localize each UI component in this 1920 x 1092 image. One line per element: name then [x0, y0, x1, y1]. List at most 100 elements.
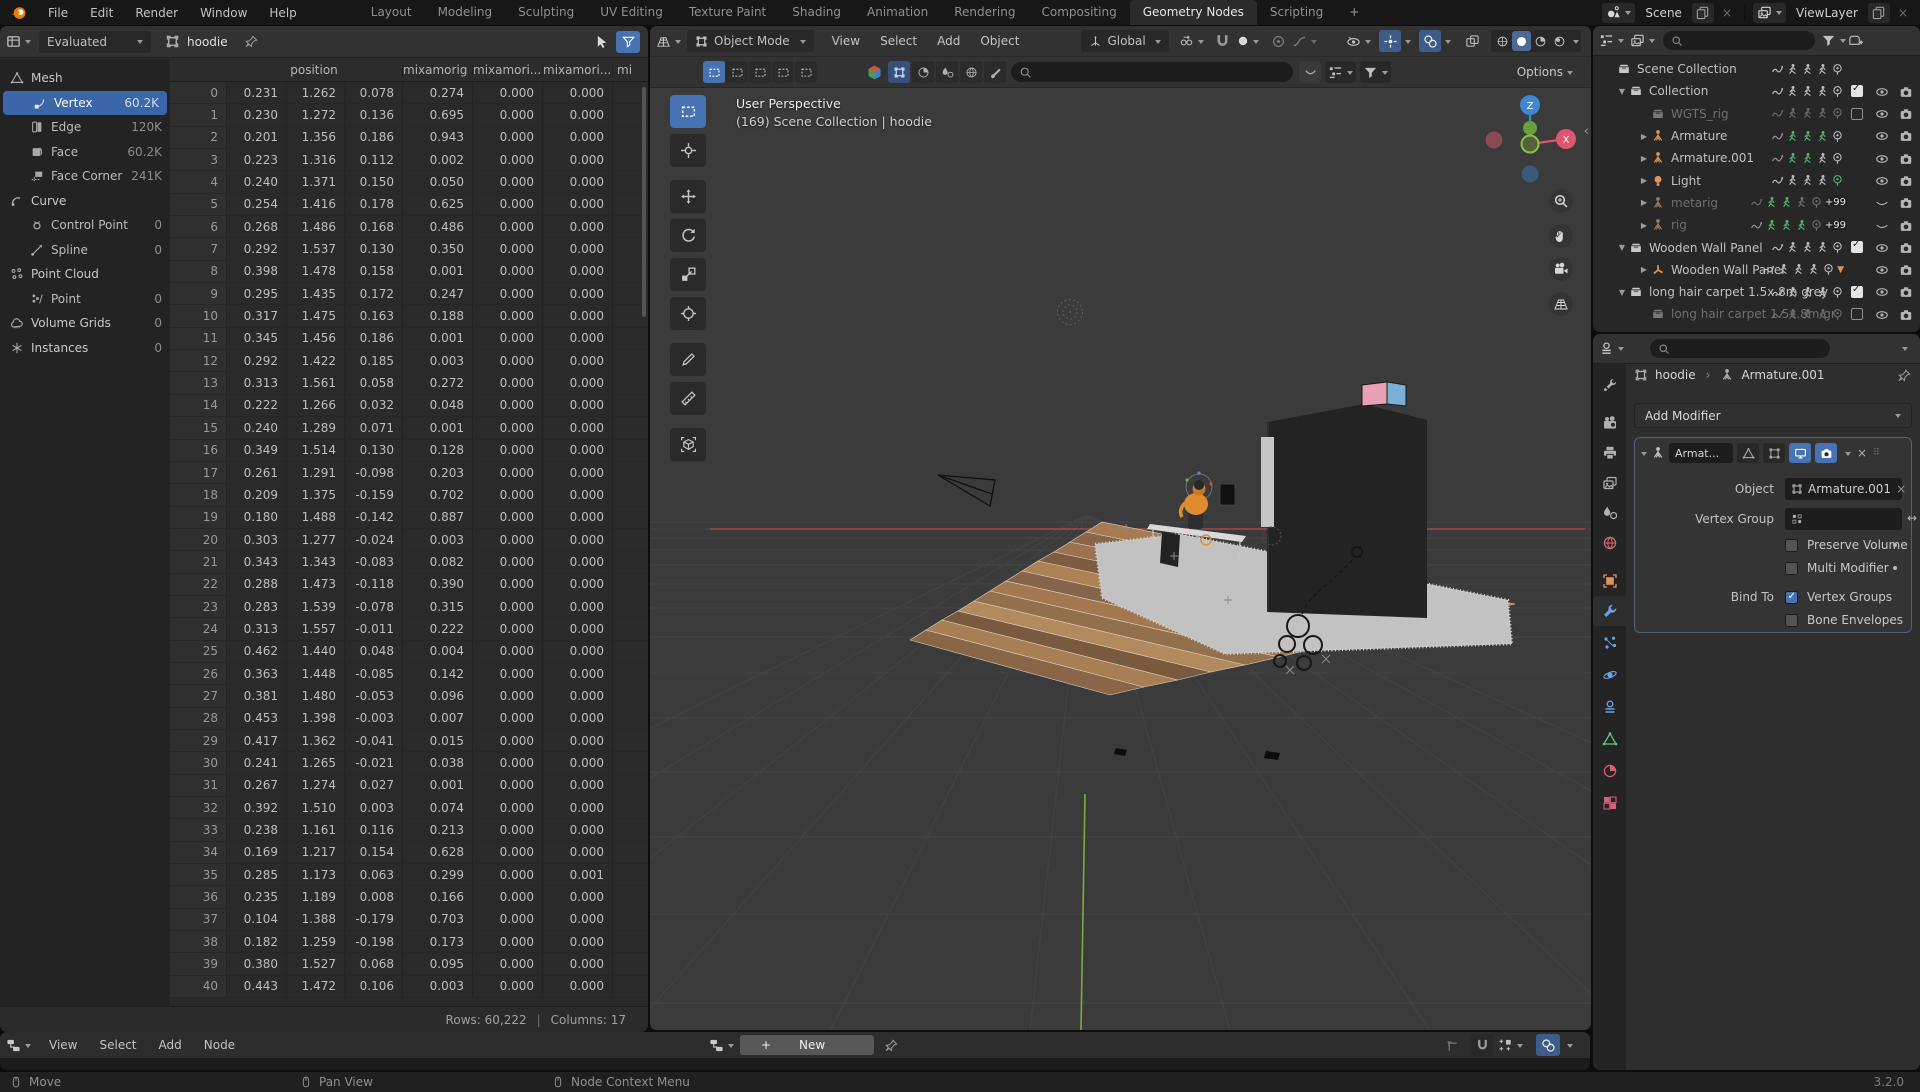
- table-row[interactable]: 26 0.363 1.448 -0.085 0.142 0.000 0.000: [170, 663, 648, 685]
- animate-dot[interactable]: [1893, 566, 1897, 570]
- table-row[interactable]: 27 0.381 1.480 -0.053 0.096 0.000 0.000: [170, 685, 648, 707]
- domain-row[interactable]: Face Corner 241K: [0, 164, 170, 189]
- hide-eye-icon[interactable]: [1875, 218, 1889, 233]
- hide-eye-icon[interactable]: [1875, 129, 1889, 144]
- table-row[interactable]: 11 0.345 1.456 0.186 0.001 0.000 0.000: [170, 328, 648, 350]
- table-row[interactable]: 33 0.238 1.161 0.116 0.213 0.000 0.000: [170, 819, 648, 841]
- outliner-search-input[interactable]: [1663, 31, 1815, 50]
- filter-brush-icon[interactable]: [984, 61, 1006, 83]
- node-overlays-dropdown-icon[interactable]: [1560, 1034, 1576, 1056]
- breadcrumb-data[interactable]: Armature.001: [1741, 368, 1824, 382]
- table-row[interactable]: 7 0.292 1.537 0.130 0.350 0.000 0.000: [170, 238, 648, 260]
- exclude-checkbox[interactable]: [1851, 108, 1863, 120]
- render-camera-icon[interactable]: [1899, 285, 1913, 300]
- expand-arrow[interactable]: ▶: [1639, 132, 1649, 141]
- close-modifier-icon[interactable]: ×: [1855, 446, 1869, 460]
- domain-row[interactable]: Instances 0: [0, 336, 170, 361]
- filter-funnel-icon[interactable]: [1360, 61, 1391, 83]
- outliner-item-label[interactable]: rig: [1671, 218, 1687, 232]
- tab-physics[interactable]: [1593, 660, 1626, 690]
- table-row[interactable]: 6 0.268 1.486 0.168 0.486 0.000 0.000: [170, 216, 648, 238]
- expand-arrow[interactable]: ▶: [1639, 154, 1649, 163]
- spreadsheet-editor-type-icon[interactable]: [6, 31, 31, 53]
- hide-eye-icon[interactable]: [1875, 240, 1889, 255]
- topbar-menu-item[interactable]: Edit: [79, 6, 124, 20]
- shading-solid-icon[interactable]: [1512, 31, 1531, 51]
- dataset-dropdown[interactable]: Evaluated: [39, 31, 151, 53]
- tool-search-input[interactable]: [1011, 62, 1293, 82]
- table-row[interactable]: 21 0.343 1.343 -0.083 0.082 0.000 0.000: [170, 551, 648, 573]
- select-subtract-icon[interactable]: [749, 61, 771, 83]
- hide-eye-icon[interactable]: [1875, 151, 1889, 166]
- sidebar-collapse-arrow[interactable]: ‹: [1584, 124, 1589, 139]
- table-row[interactable]: 28 0.453 1.398 -0.003 0.007 0.000 0.000: [170, 708, 648, 730]
- topbar-menu-item[interactable]: Render: [124, 6, 189, 20]
- overlays-toggle-icon[interactable]: [1419, 30, 1441, 52]
- domain-row[interactable]: Control Point 0: [0, 213, 170, 238]
- cursor-tool[interactable]: [670, 134, 706, 167]
- table-row[interactable]: 29 0.417 1.362 -0.041 0.015 0.000 0.000: [170, 730, 648, 752]
- modifier-name-field[interactable]: Armat...: [1669, 443, 1733, 463]
- topbar-menu-item[interactable]: File: [37, 6, 79, 20]
- mode-dropdown[interactable]: Object Mode: [687, 30, 814, 52]
- column-header-mixamori-3[interactable]: mixamori...: [542, 63, 612, 77]
- table-row[interactable]: 14 0.222 1.266 0.032 0.048 0.000 0.000: [170, 395, 648, 417]
- node-menu-item[interactable]: Select: [89, 1038, 146, 1052]
- options-button[interactable]: Options: [1517, 65, 1573, 79]
- outliner-filter-icon[interactable]: [1821, 30, 1846, 52]
- workspace-tab[interactable]: Rendering: [941, 0, 1028, 25]
- move-tool[interactable]: [670, 180, 706, 213]
- domain-row[interactable]: Edge 120K: [0, 115, 170, 140]
- new-collection-icon[interactable]: [1848, 30, 1863, 52]
- viewlayer-selector-icon[interactable]: [1753, 3, 1786, 23]
- outliner-item-label[interactable]: Collection: [1649, 84, 1708, 98]
- outliner-row[interactable]: long hair carpet 1.5x.8m gr ▼: [1593, 303, 1920, 325]
- domain-row[interactable]: Volume Grids 0: [0, 311, 170, 336]
- snap-with-icon[interactable]: [1237, 30, 1259, 52]
- node-menu-item[interactable]: Node: [194, 1038, 245, 1052]
- close-viewlayer-icon[interactable]: ×: [1894, 6, 1912, 20]
- exclude-checkbox[interactable]: [1851, 308, 1863, 320]
- tab-constraints[interactable]: [1593, 692, 1626, 722]
- render-camera-icon[interactable]: [1899, 218, 1913, 233]
- tab-object-data[interactable]: [1593, 724, 1626, 754]
- render-camera-icon[interactable]: [1899, 307, 1913, 322]
- table-row[interactable]: 2 0.201 1.356 0.186 0.943 0.000 0.000: [170, 127, 648, 149]
- render-camera-icon[interactable]: [1899, 173, 1913, 188]
- domain-row[interactable]: Curve: [0, 189, 170, 214]
- workspace-tab[interactable]: Compositing: [1028, 0, 1129, 25]
- expand-arrow[interactable]: ▼: [1617, 243, 1627, 252]
- add-cube-tool[interactable]: [670, 428, 706, 461]
- render-camera-icon[interactable]: [1899, 196, 1913, 211]
- table-row[interactable]: 12 0.292 1.422 0.185 0.003 0.000 0.000: [170, 350, 648, 372]
- workspace-tab[interactable]: Texture Paint: [676, 0, 779, 25]
- workspace-tab[interactable]: +: [1336, 0, 1372, 25]
- tab-output[interactable]: [1593, 438, 1626, 468]
- outliner-row[interactable]: ▶ metarig ▼ +99: [1593, 192, 1920, 214]
- tab-modifiers[interactable]: [1593, 596, 1626, 626]
- copy-viewlayer-icon[interactable]: [1868, 3, 1890, 23]
- outliner-item-label[interactable]: Armature: [1671, 129, 1727, 143]
- tab-view-layer[interactable]: [1593, 468, 1626, 498]
- column-header-mixamori-2[interactable]: mixamori...: [472, 63, 542, 77]
- table-row[interactable]: 40 0.443 1.472 0.106 0.003 0.000 0.000: [170, 976, 648, 998]
- expand-arrow[interactable]: ▼: [1617, 87, 1627, 96]
- table-row[interactable]: 22 0.288 1.473 -0.118 0.390 0.000 0.000: [170, 574, 648, 596]
- scene-selector-icon[interactable]: [1602, 3, 1635, 23]
- topbar-menu-item[interactable]: Help: [258, 6, 307, 20]
- select-set-icon[interactable]: [703, 61, 725, 83]
- node-menu-item[interactable]: View: [39, 1038, 87, 1052]
- hide-eye-icon[interactable]: [1875, 107, 1889, 122]
- viewport-canvas[interactable]: User Perspective (169) Scene Collection …: [650, 88, 1591, 1030]
- properties-options-icon[interactable]: [1902, 347, 1908, 354]
- pin-icon[interactable]: [884, 1038, 899, 1053]
- select-extend-icon[interactable]: [726, 61, 748, 83]
- table-row[interactable]: 18 0.209 1.375 -0.159 0.702 0.000 0.000: [170, 484, 648, 506]
- animate-dot[interactable]: [1893, 543, 1897, 547]
- expand-arrow[interactable]: ▶: [1639, 265, 1649, 274]
- on-cage-toggle-icon[interactable]: [1763, 443, 1785, 463]
- expand-arrow[interactable]: ▶: [1639, 221, 1649, 230]
- table-row[interactable]: 15 0.240 1.289 0.071 0.001 0.000 0.000: [170, 417, 648, 439]
- tab-world[interactable]: [1593, 528, 1626, 558]
- viewport-menu-item[interactable]: Add: [927, 34, 970, 48]
